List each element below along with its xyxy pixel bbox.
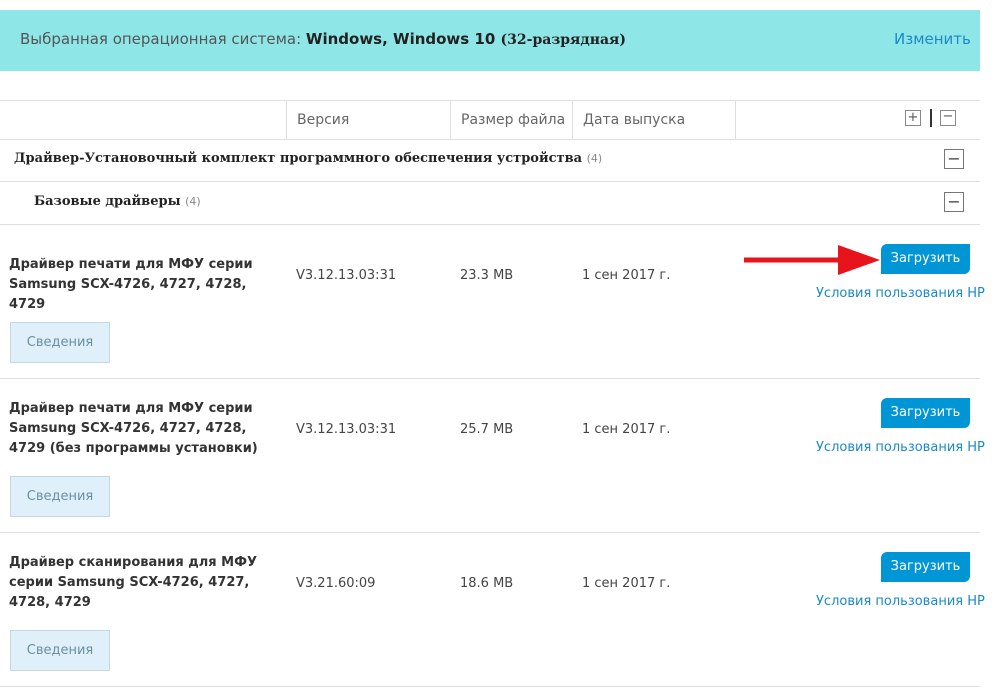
group-title-text: Драйвер-Установочный комплект программно… bbox=[14, 151, 583, 166]
driver-name: Драйвер сканирования для МФУ серии Samsu… bbox=[9, 555, 257, 610]
driver-date: 1 сен 2017 г. bbox=[582, 576, 671, 591]
group-row-software-kit: Драйвер-Установочный комплект программно… bbox=[0, 138, 980, 182]
os-banner: Выбранная операционная система: Windows,… bbox=[0, 10, 980, 71]
toolbar-divider bbox=[930, 109, 932, 127]
collapse-group-icon[interactable]: − bbox=[944, 192, 964, 212]
download-button[interactable]: Загрузить bbox=[881, 244, 970, 274]
driver-version: V3.21.60:09 bbox=[296, 576, 376, 591]
change-os-link[interactable]: Изменить bbox=[894, 30, 971, 48]
hp-terms-link[interactable]: Условия пользования HP bbox=[816, 286, 985, 301]
table-header: Версия Размер файла Дата выпуска bbox=[0, 100, 980, 140]
selected-os-text: Выбранная операционная система: Windows,… bbox=[20, 30, 626, 48]
red-arrow-annotation bbox=[744, 245, 880, 275]
selected-os-name: Windows, Windows 10 bbox=[305, 30, 501, 48]
driver-date: 1 сен 2017 г. bbox=[582, 422, 671, 437]
group-title: Базовые драйверы (4) bbox=[34, 194, 201, 209]
hp-terms-link[interactable]: Условия пользования HP bbox=[816, 440, 985, 455]
driver-date: 1 сен 2017 г. bbox=[582, 268, 671, 283]
group-count: (4) bbox=[185, 195, 201, 208]
driver-version: V3.12.13.03:31 bbox=[296, 422, 397, 437]
details-button[interactable]: Сведения bbox=[10, 322, 110, 363]
selected-os-prefix: Выбранная операционная система: bbox=[20, 30, 306, 48]
driver-name: Драйвер печати для МФУ серии Samsung SCX… bbox=[9, 257, 253, 312]
expand-all-icon[interactable]: + bbox=[905, 110, 921, 126]
column-header-version: Версия bbox=[286, 101, 450, 139]
driver-size: 18.6 MB bbox=[460, 576, 514, 591]
hp-terms-link[interactable]: Условия пользования HP bbox=[816, 594, 985, 609]
group-title-text: Базовые драйверы bbox=[34, 194, 181, 209]
details-button[interactable]: Сведения bbox=[10, 630, 110, 671]
column-header-size: Размер файла bbox=[450, 101, 572, 139]
driver-size: 25.7 MB bbox=[460, 422, 514, 437]
download-button[interactable]: Загрузить bbox=[881, 398, 970, 428]
column-header-date: Дата выпуска bbox=[572, 101, 736, 139]
details-button[interactable]: Сведения bbox=[10, 476, 110, 517]
driver-row: Драйвер печати для МФУ серии Samsung SCX… bbox=[0, 378, 985, 533]
driver-row: Драйвер сканирования для МФУ серии Samsu… bbox=[0, 532, 985, 687]
collapse-all-icon[interactable]: − bbox=[940, 110, 956, 126]
selected-os-bits: (32-разрядная) bbox=[500, 32, 627, 48]
collapse-group-icon[interactable]: − bbox=[944, 149, 964, 169]
driver-version: V3.12.13.03:31 bbox=[296, 268, 397, 283]
group-row-basic-drivers: Базовые драйверы (4) − bbox=[0, 181, 980, 225]
driver-size: 23.3 MB bbox=[460, 268, 514, 283]
group-count: (4) bbox=[586, 152, 603, 165]
driver-name: Драйвер печати для МФУ серии Samsung SCX… bbox=[9, 401, 258, 456]
group-title: Драйвер-Установочный комплект программно… bbox=[14, 151, 602, 166]
download-button[interactable]: Загрузить bbox=[881, 552, 970, 582]
